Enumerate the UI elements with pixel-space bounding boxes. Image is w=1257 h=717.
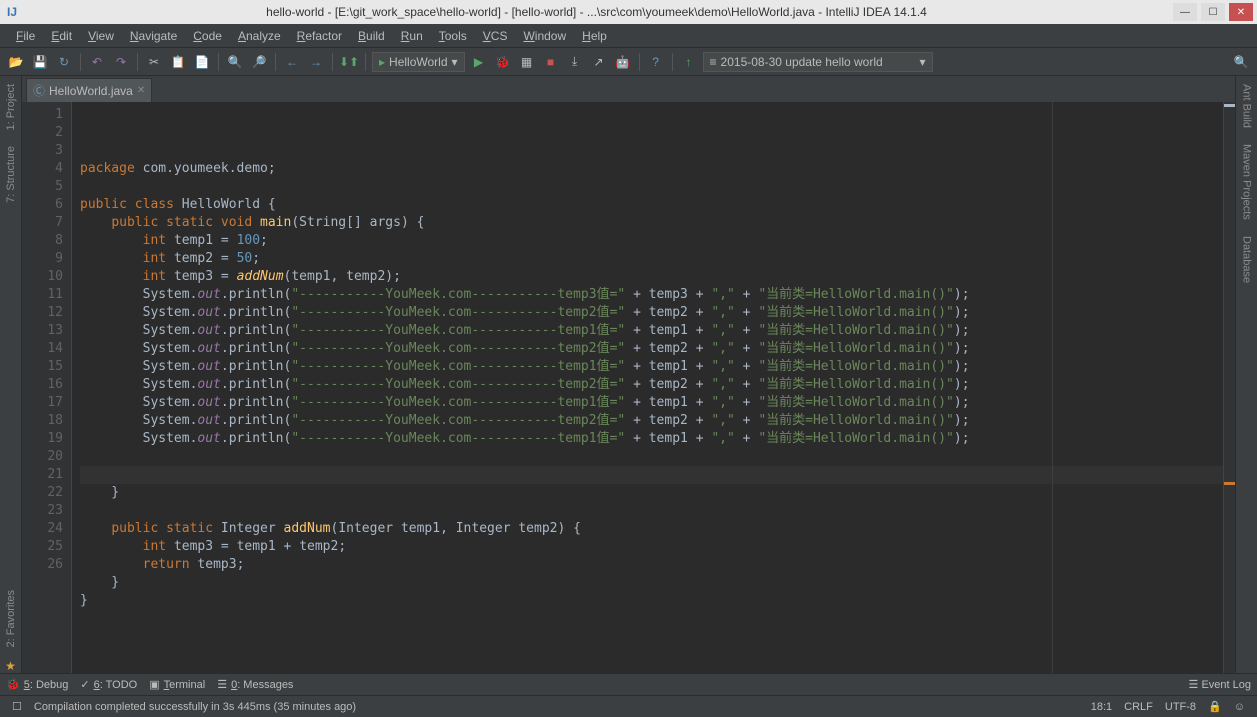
tool-window-0-messages[interactable]: ☰0: Messages (217, 678, 293, 691)
java-file-icon: Ⓒ (33, 82, 45, 99)
menu-build[interactable]: Build (350, 27, 393, 45)
chevron-down-icon: ▾ (452, 55, 458, 69)
menu-analyze[interactable]: Analyze (230, 27, 289, 45)
save-icon[interactable]: 💾 (30, 52, 50, 72)
menu-vcs[interactable]: VCS (475, 27, 516, 45)
code-area[interactable]: package com.youmeek.demo;public class He… (72, 102, 1223, 673)
sidebar-tab-2-favorites[interactable]: 2: Favorites (3, 582, 19, 655)
caret-position[interactable]: 18:1 (1085, 701, 1118, 713)
run-button[interactable]: ▶ (469, 52, 489, 72)
file-tab-label: HelloWorld.java (49, 84, 133, 98)
menu-file[interactable]: File (8, 27, 43, 45)
tool-window-6-todo[interactable]: ✓6: TODO (80, 678, 137, 691)
error-stripe[interactable] (1223, 102, 1235, 673)
run-config-label: HelloWorld (389, 55, 447, 69)
undo-icon[interactable]: ↶ (87, 52, 107, 72)
debug-button[interactable]: 🐞 (493, 52, 513, 72)
status-bar: ☐ Compilation completed successfully in … (0, 695, 1257, 717)
app-icon: IJ (4, 4, 20, 20)
editor[interactable]: 1234567891011121314151617181920212223242… (22, 102, 1235, 673)
search-everywhere-icon[interactable]: 🔍 (1231, 52, 1251, 72)
hector-icon[interactable]: ☺ (1228, 701, 1251, 713)
maximize-button[interactable]: ☐ (1201, 3, 1225, 21)
tool-window-terminal[interactable]: ▣Terminal (149, 678, 205, 691)
menu-help[interactable]: Help (574, 27, 615, 45)
chevron-down-icon: ▾ (920, 55, 926, 69)
titlebar: IJ hello-world - [E:\git_work_space\hell… (0, 0, 1257, 24)
sync-icon[interactable]: ↻ (54, 52, 74, 72)
encoding[interactable]: UTF-8 (1159, 701, 1202, 713)
tool-window-5-debug[interactable]: 🐞5: Debug (6, 678, 68, 691)
attach-icon[interactable]: ⤓ (565, 52, 585, 72)
sidebar-tab-ant-build[interactable]: Ant Build (1239, 76, 1255, 136)
stop-icon[interactable]: ■ (541, 52, 561, 72)
shell-icon[interactable]: ☐ (6, 700, 28, 713)
run-config-dropdown[interactable]: ▸ HelloWorld ▾ (372, 52, 465, 72)
open-icon[interactable]: 📂 (6, 52, 26, 72)
vcs-action-label: 2015-08-30 update hello world (721, 55, 883, 69)
vcs-dropdown[interactable]: ≡ 2015-08-30 update hello world ▾ (703, 52, 933, 72)
find-icon[interactable]: 🔍 (225, 52, 245, 72)
toolbar: 📂 💾 ↻ ↶ ↷ ✂ 📋 📄 🔍 🔎 ← → ⬇⬆ ▸ HelloWorld … (0, 48, 1257, 76)
window-title: hello-world - [E:\git_work_space\hello-w… (20, 5, 1173, 19)
run-icon: ▸ (379, 55, 385, 69)
status-message: Compilation completed successfully in 3s… (28, 701, 362, 713)
line-separator[interactable]: CRLF (1118, 701, 1159, 713)
help-icon[interactable]: ? (646, 52, 666, 72)
copy-icon[interactable]: 📋 (168, 52, 188, 72)
back-icon[interactable]: ← (282, 52, 302, 72)
sidebar-tab-maven-projects[interactable]: Maven Projects (1239, 136, 1255, 228)
lock-icon[interactable]: 🔒 (1202, 700, 1228, 713)
star-icon[interactable]: ★ (5, 659, 16, 673)
vcs-up-icon[interactable]: ↑ (679, 52, 699, 72)
history-icon: ≡ (710, 55, 717, 69)
menu-run[interactable]: Run (393, 27, 431, 45)
sidebar-tab-1-project[interactable]: 1: Project (3, 76, 19, 138)
close-tab-icon[interactable]: ✕ (137, 85, 145, 96)
menu-tools[interactable]: Tools (431, 27, 475, 45)
menu-navigate[interactable]: Navigate (122, 27, 185, 45)
paste-icon[interactable]: 📄 (192, 52, 212, 72)
file-tab[interactable]: Ⓒ HelloWorld.java ✕ (26, 78, 152, 102)
menu-edit[interactable]: Edit (43, 27, 80, 45)
gutter: 1234567891011121314151617181920212223242… (22, 102, 72, 673)
menu-window[interactable]: Window (515, 27, 574, 45)
android-icon[interactable]: 🤖 (613, 52, 633, 72)
right-margin (1052, 102, 1053, 673)
deploy-icon[interactable]: ↗ (589, 52, 609, 72)
menu-refactor[interactable]: Refactor (289, 27, 350, 45)
sidebar-tab-database[interactable]: Database (1239, 228, 1255, 291)
menu-code[interactable]: Code (185, 27, 230, 45)
minimize-button[interactable]: — (1173, 3, 1197, 21)
event-log-button[interactable]: ☰ Event Log (1189, 678, 1251, 691)
coverage-icon[interactable]: ▦ (517, 52, 537, 72)
forward-icon[interactable]: → (306, 52, 326, 72)
close-button[interactable]: ✕ (1229, 3, 1253, 21)
replace-icon[interactable]: 🔎 (249, 52, 269, 72)
menubar: FileEditViewNavigateCodeAnalyzeRefactorB… (0, 24, 1257, 48)
make-icon[interactable]: ⬇⬆ (339, 52, 359, 72)
right-sidebar: Ant BuildMaven ProjectsDatabase (1235, 76, 1257, 673)
cut-icon[interactable]: ✂ (144, 52, 164, 72)
left-sidebar: 1: Project7: Structure 2: Favorites ★ (0, 76, 22, 673)
bottom-toolbar: 🐞5: Debug ✓6: TODO ▣Terminal ☰0: Messages ☰ … (0, 673, 1257, 695)
file-tabs: Ⓒ HelloWorld.java ✕ (22, 76, 1235, 102)
redo-icon[interactable]: ↷ (111, 52, 131, 72)
menu-view[interactable]: View (80, 27, 122, 45)
sidebar-tab-7-structure[interactable]: 7: Structure (3, 138, 19, 211)
